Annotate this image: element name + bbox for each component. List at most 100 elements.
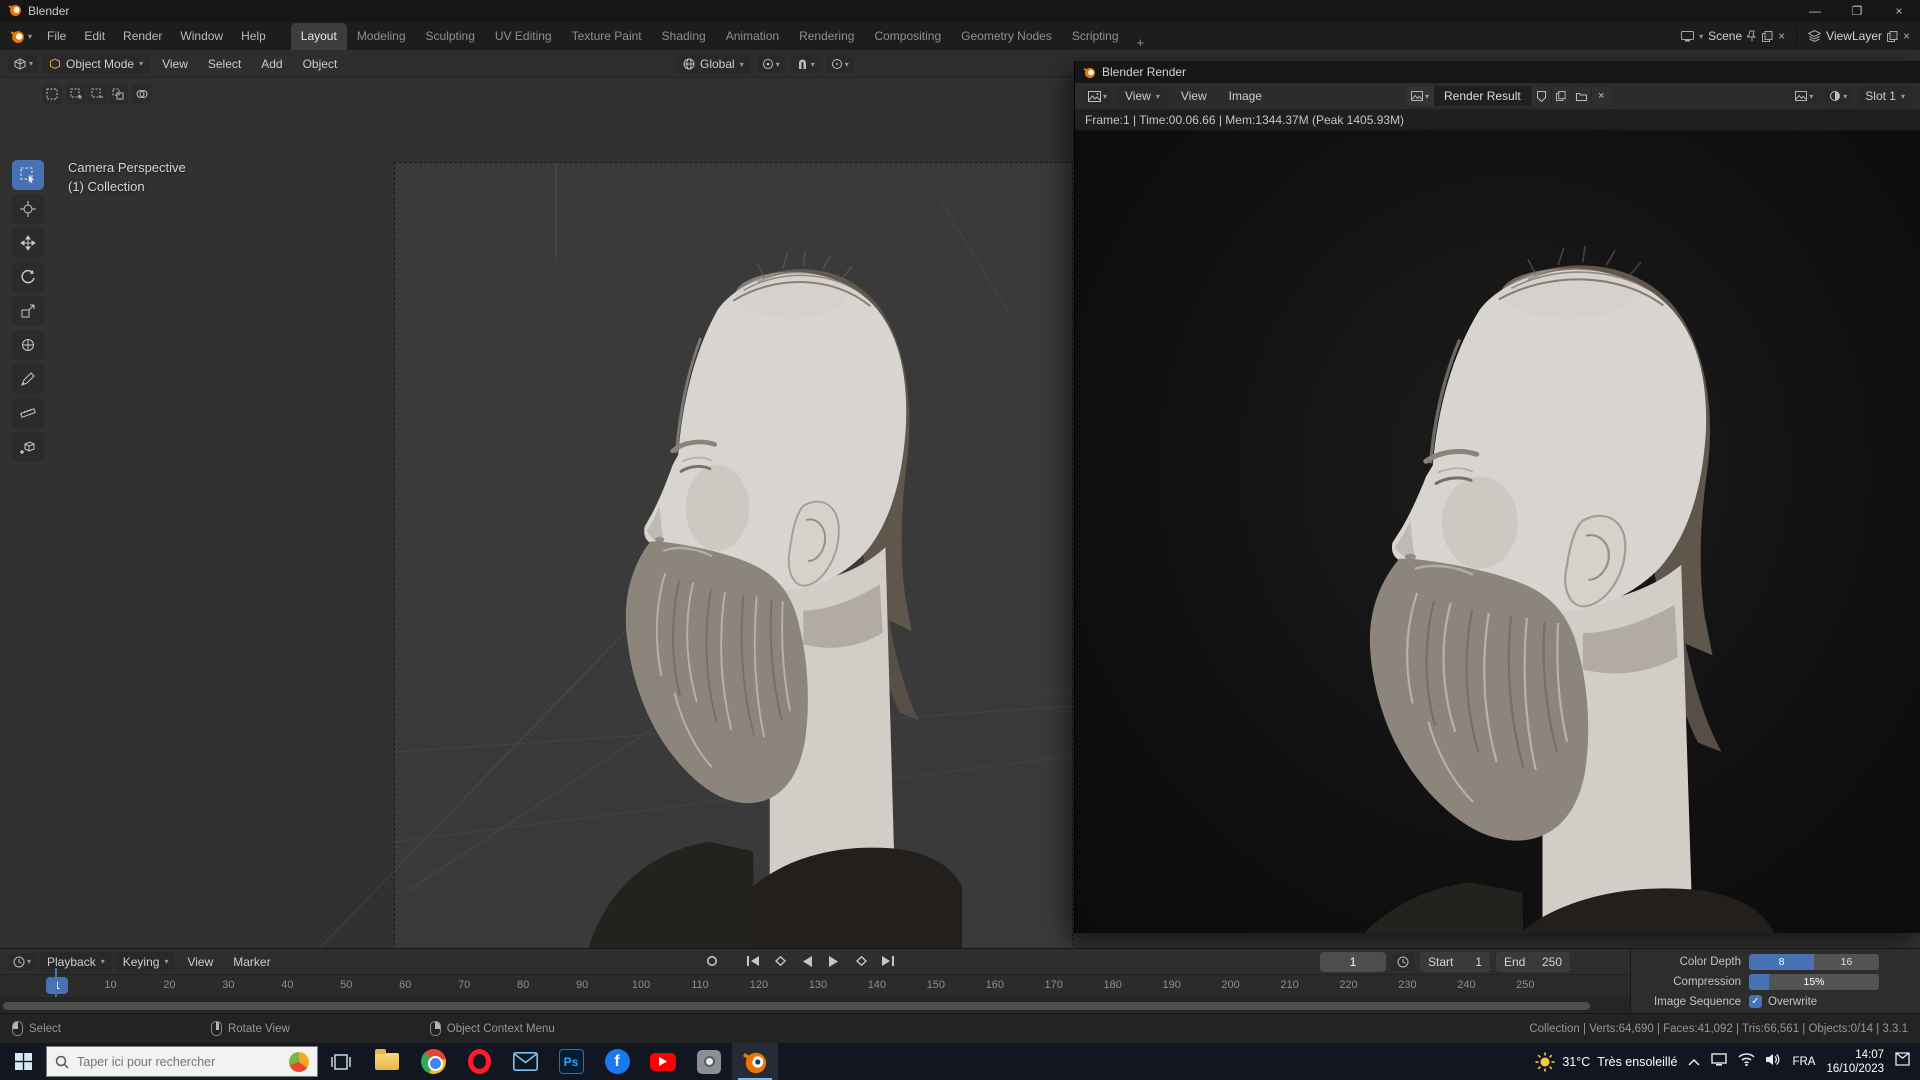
play-reverse-button[interactable] (795, 951, 819, 971)
render-window-titlebar[interactable]: Blender Render (1075, 61, 1920, 83)
pivot-point-button[interactable]: ▾ (756, 55, 785, 73)
snap-toggle-button[interactable]: ▾ (790, 55, 820, 73)
box-select-tool[interactable] (12, 160, 44, 190)
editor-type-button[interactable]: ▾ (8, 54, 39, 73)
select-mode-invert-button[interactable] (108, 84, 128, 104)
menu-file[interactable]: File (38, 22, 75, 50)
mail-icon[interactable] (502, 1043, 548, 1080)
editor-type-button[interactable]: ▾ (1083, 87, 1113, 105)
measure-tool[interactable] (12, 398, 44, 428)
chrome-icon[interactable] (410, 1043, 456, 1080)
render-result-image[interactable] (1075, 131, 1920, 933)
timeline-menu-marker[interactable]: Marker (225, 955, 278, 969)
opera-icon[interactable] (456, 1043, 502, 1080)
blender-menu-button[interactable]: ▾ (0, 29, 38, 44)
new-image-icon[interactable] (1550, 86, 1571, 106)
menu-window[interactable]: Window (171, 22, 232, 50)
wifi-icon[interactable] (1738, 1052, 1755, 1071)
menu-edit[interactable]: Edit (75, 22, 114, 50)
browse-image-button[interactable]: ▾ (1405, 86, 1434, 106)
image-menu-view[interactable]: View (1173, 89, 1215, 103)
timeline-scrollbar[interactable] (3, 1002, 1590, 1010)
viewport-menu-view[interactable]: View (154, 57, 196, 71)
menu-help[interactable]: Help (232, 22, 275, 50)
fake-user-icon[interactable] (1530, 86, 1551, 106)
annotate-tool[interactable] (12, 364, 44, 394)
color-depth-16-button[interactable]: 16 (1814, 953, 1879, 970)
viewport-menu-select[interactable]: Select (200, 57, 249, 71)
display-channels-button[interactable]: ▾ (1824, 87, 1853, 105)
new-view-layer-icon[interactable] (1886, 30, 1898, 42)
play-button[interactable] (822, 951, 846, 971)
auto-keying-record-button[interactable] (700, 951, 724, 971)
tray-expand-icon[interactable] (1688, 1053, 1700, 1071)
select-mode-extend-button[interactable] (66, 84, 86, 104)
pin-scene-icon[interactable] (1747, 30, 1757, 42)
tab-rendering[interactable]: Rendering (789, 23, 864, 50)
editor-type-button[interactable]: ▾ (8, 952, 37, 971)
youtube-icon[interactable] (640, 1043, 686, 1080)
minimize-button[interactable]: — (1794, 0, 1836, 22)
tab-geometry-nodes[interactable]: Geometry Nodes (951, 23, 1062, 50)
view-layer-icon[interactable] (1808, 30, 1822, 42)
current-frame-field[interactable]: 1 (1320, 952, 1386, 972)
file-explorer-icon[interactable] (364, 1043, 410, 1080)
blender-taskbar-icon[interactable] (732, 1043, 778, 1080)
network-icon[interactable] (1711, 1052, 1728, 1071)
tab-uv-editing[interactable]: UV Editing (485, 23, 562, 50)
proportional-editing-button[interactable]: ▾ (825, 55, 854, 73)
transform-orientation-dropdown[interactable]: Global ▾ (676, 54, 751, 74)
jump-to-end-button[interactable] (876, 951, 900, 971)
volume-icon[interactable] (1766, 1053, 1781, 1071)
language-indicator[interactable]: FRA (1792, 1056, 1815, 1068)
viewport-menu-object[interactable]: Object (295, 57, 346, 71)
remove-view-layer-icon[interactable]: × (1903, 29, 1910, 43)
mode-dropdown[interactable]: Object Mode ▾ (42, 53, 151, 74)
view-layer-name[interactable]: ViewLayer (1826, 29, 1882, 43)
scale-tool[interactable] (12, 296, 44, 326)
move-tool[interactable] (12, 228, 44, 258)
playback-dropdown[interactable]: Playback ▾ (40, 951, 112, 972)
tab-modeling[interactable]: Modeling (347, 23, 416, 50)
timeline-track-area[interactable] (0, 997, 1630, 1014)
close-button[interactable]: × (1878, 0, 1920, 22)
scene-name[interactable]: Scene (1708, 29, 1742, 43)
rotate-tool[interactable] (12, 262, 44, 292)
select-mode-subtract-button[interactable] (87, 84, 107, 104)
tab-texture-paint[interactable]: Texture Paint (562, 23, 652, 50)
add-workspace-button[interactable]: + (1129, 35, 1153, 50)
head-model-viewport[interactable] (570, 226, 962, 948)
timeline-menu-view[interactable]: View (179, 955, 221, 969)
menu-render[interactable]: Render (114, 22, 171, 50)
tab-compositing[interactable]: Compositing (864, 23, 951, 50)
search-highlight-icon[interactable] (289, 1051, 309, 1072)
browse-scene-icon[interactable] (1681, 30, 1695, 42)
add-cube-tool[interactable] (12, 432, 44, 462)
task-view-button[interactable] (318, 1043, 364, 1080)
tab-shading[interactable]: Shading (652, 23, 716, 50)
search-input[interactable] (77, 1054, 281, 1069)
taskbar-search[interactable] (46, 1046, 318, 1077)
transform-tool[interactable] (12, 330, 44, 360)
frame-start-field[interactable]: Start 1 (1420, 952, 1490, 972)
image-datablock-name[interactable]: Render Result (1434, 89, 1531, 103)
maximize-button[interactable]: ❐ (1836, 0, 1878, 22)
facebook-icon[interactable]: f (594, 1043, 640, 1080)
use-preview-range-button[interactable] (1392, 953, 1414, 971)
viewport-menu-add[interactable]: Add (253, 57, 290, 71)
render-pass-button[interactable]: ▾ (1790, 88, 1819, 104)
screenshot-tool-icon[interactable] (686, 1043, 732, 1080)
notifications-icon[interactable] (1895, 1052, 1910, 1071)
next-keyframe-button[interactable] (849, 951, 873, 971)
weather-widget[interactable]: 31°C Très ensoleillé (1535, 1052, 1677, 1072)
timeline-ruler[interactable]: 10 20 30 40 50 60 70 80 90 100 110 120 130 140 150 160 1… (0, 975, 1630, 997)
overwrite-checkbox[interactable]: ✓ (1749, 995, 1762, 1008)
clock-widget[interactable]: 14:07 16/10/2023 (1826, 1048, 1884, 1076)
open-image-icon[interactable] (1570, 86, 1591, 106)
tab-scripting[interactable]: Scripting (1062, 23, 1129, 50)
new-scene-icon[interactable] (1762, 30, 1773, 42)
unlink-scene-icon[interactable]: × (1778, 29, 1785, 43)
playhead[interactable]: 1 (46, 977, 68, 994)
select-mode-set-button[interactable] (42, 84, 62, 104)
tab-animation[interactable]: Animation (716, 23, 789, 50)
